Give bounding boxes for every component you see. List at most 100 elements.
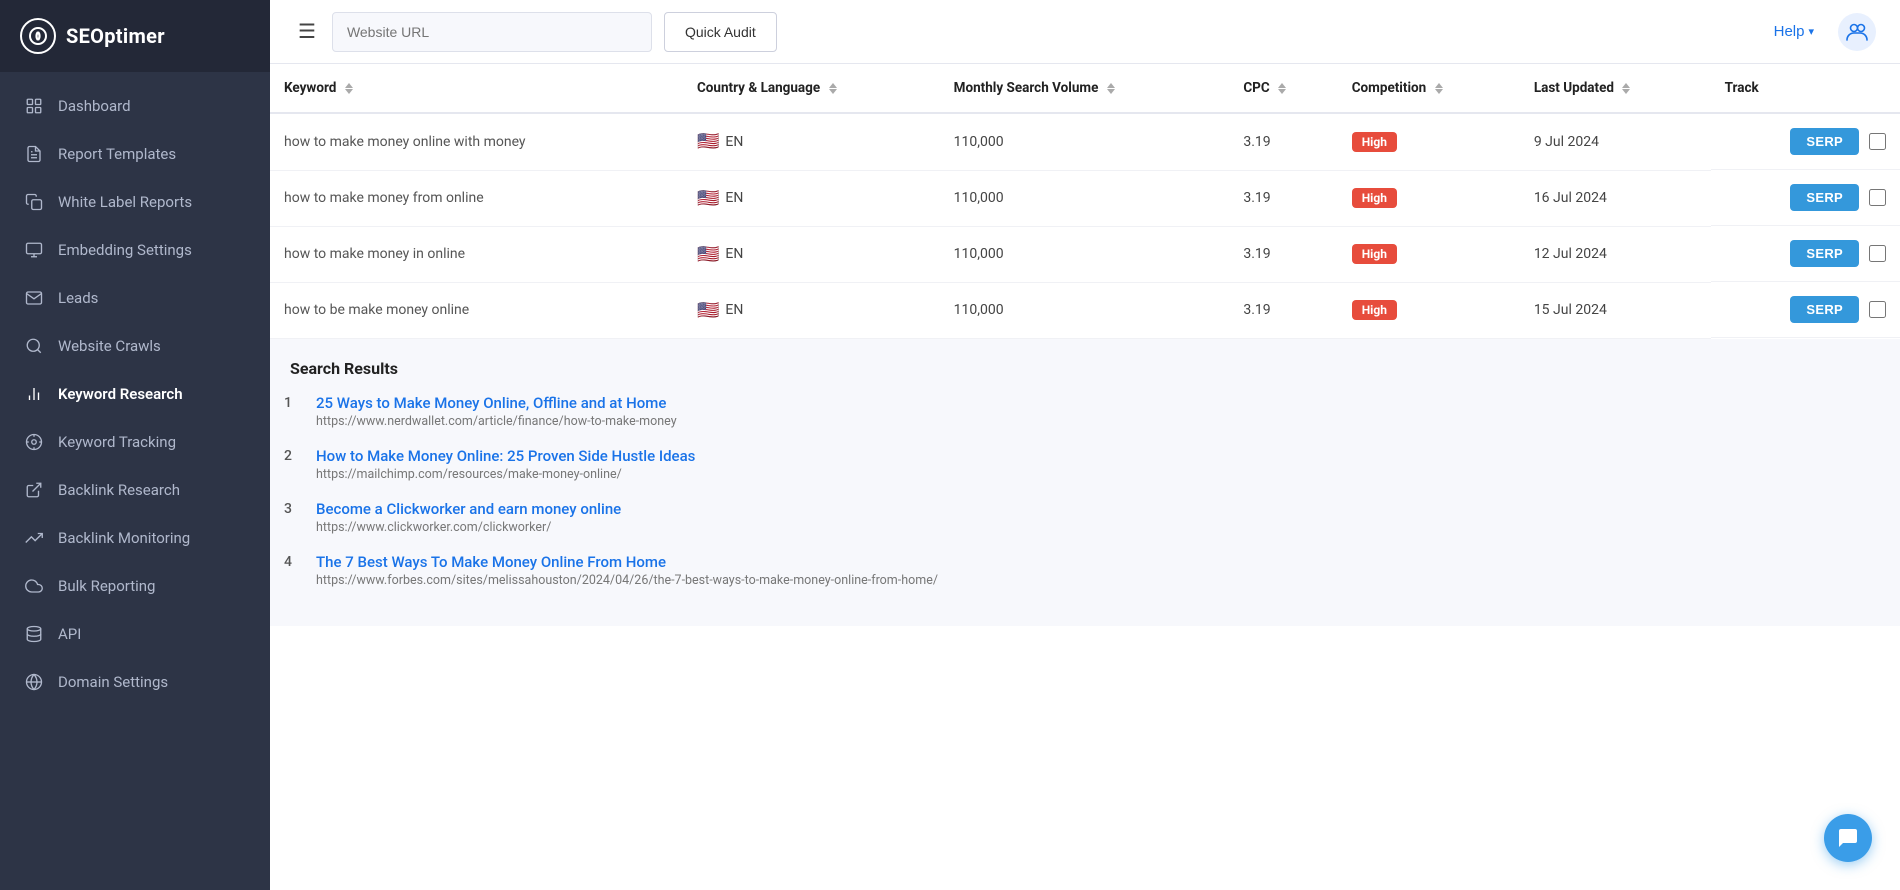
result-url: https://www.forbes.com/sites/melissahous… [316, 573, 938, 588]
sidebar-item-label: Backlink Research [58, 481, 180, 499]
user-avatar[interactable] [1838, 13, 1876, 51]
result-url: https://www.nerdwallet.com/article/finan… [316, 414, 677, 429]
sidebar-item-backlink-research[interactable]: Backlink Research [0, 466, 270, 514]
track-checkbox[interactable] [1869, 245, 1886, 262]
globe-icon [24, 672, 44, 692]
url-input[interactable] [332, 12, 652, 52]
cell-competition: High [1338, 226, 1520, 282]
result-title[interactable]: The 7 Best Ways To Make Money Online Fro… [316, 553, 938, 571]
quick-audit-button[interactable]: Quick Audit [664, 12, 777, 52]
api-icon [24, 624, 44, 644]
sidebar-item-label: Embedding Settings [58, 241, 192, 259]
sidebar-item-label: Keyword Tracking [58, 433, 176, 451]
result-number: 2 [284, 447, 302, 464]
cell-country: 🇺🇸 EN [683, 282, 940, 338]
copy-icon [24, 192, 44, 212]
sidebar-item-website-crawls[interactable]: Website Crawls [0, 322, 270, 370]
serp-button[interactable]: SERP [1790, 128, 1859, 155]
list-item: 2 How to Make Money Online: 25 Proven Si… [284, 447, 1886, 482]
sidebar-item-api[interactable]: API [0, 610, 270, 658]
search-results-list: 1 25 Ways to Make Money Online, Offline … [284, 394, 1886, 588]
sidebar-item-report-templates[interactable]: Report Templates [0, 130, 270, 178]
crosshair-icon [24, 432, 44, 452]
sidebar-item-label: Dashboard [58, 97, 131, 115]
cell-monthly-volume: 110,000 [940, 282, 1230, 338]
track-checkbox[interactable] [1869, 301, 1886, 318]
flag-icon: 🇺🇸 [697, 131, 719, 152]
list-item: 3 Become a Clickworker and earn money on… [284, 500, 1886, 535]
col-header-keyword[interactable]: Keyword [270, 64, 683, 113]
chat-fab-button[interactable] [1824, 814, 1872, 862]
result-title[interactable]: 25 Ways to Make Money Online, Offline an… [316, 394, 677, 412]
cell-keyword: how to be make money online [270, 282, 683, 338]
sidebar-item-embedding-settings[interactable]: Embedding Settings [0, 226, 270, 274]
competition-badge: High [1352, 244, 1397, 264]
track-checkbox[interactable] [1869, 189, 1886, 206]
help-button[interactable]: Help ▾ [1774, 23, 1814, 40]
sidebar-item-label: White Label Reports [58, 193, 192, 211]
sort-icon-country [829, 83, 837, 94]
cell-keyword: how to make money from online [270, 170, 683, 226]
language-code: EN [725, 302, 743, 318]
sidebar-item-keyword-tracking[interactable]: Keyword Tracking [0, 418, 270, 466]
col-header-cpc[interactable]: CPC [1229, 64, 1337, 113]
search-icon [24, 336, 44, 356]
col-header-competition[interactable]: Competition [1338, 64, 1520, 113]
header: ☰ Quick Audit Help ▾ [270, 0, 1900, 64]
sidebar-item-domain-settings[interactable]: Domain Settings [0, 658, 270, 706]
sidebar-item-leads[interactable]: Leads [0, 274, 270, 322]
sort-icon-last-updated [1622, 83, 1630, 94]
serp-button[interactable]: SERP [1790, 296, 1859, 323]
cell-keyword: how to make money online with money [270, 113, 683, 170]
sidebar-item-label: Leads [58, 289, 98, 307]
mail-icon [24, 288, 44, 308]
serp-button[interactable]: SERP [1790, 240, 1859, 267]
sidebar-item-bulk-reporting[interactable]: Bulk Reporting [0, 562, 270, 610]
sidebar-item-white-label-reports[interactable]: White Label Reports [0, 178, 270, 226]
cell-cpc: 3.19 [1229, 113, 1337, 170]
result-url: https://mailchimp.com/resources/make-mon… [316, 467, 695, 482]
result-content: The 7 Best Ways To Make Money Online Fro… [316, 553, 938, 588]
cell-last-updated: 16 Jul 2024 [1520, 170, 1711, 226]
sidebar-item-label: Bulk Reporting [58, 577, 155, 595]
cell-monthly-volume: 110,000 [940, 113, 1230, 170]
cell-track-serp: SERP [1711, 170, 1900, 226]
track-checkbox[interactable] [1869, 133, 1886, 150]
flag-icon: 🇺🇸 [697, 244, 719, 265]
cell-monthly-volume: 110,000 [940, 170, 1230, 226]
language-code: EN [725, 134, 743, 150]
col-header-monthly-search[interactable]: Monthly Search Volume [940, 64, 1230, 113]
col-header-last-updated[interactable]: Last Updated [1520, 64, 1711, 113]
list-item: 4 The 7 Best Ways To Make Money Online F… [284, 553, 1886, 588]
cell-competition: High [1338, 282, 1520, 338]
sidebar-item-label: Domain Settings [58, 673, 168, 691]
cell-cpc: 3.19 [1229, 226, 1337, 282]
sidebar-item-dashboard[interactable]: Dashboard [0, 82, 270, 130]
result-title[interactable]: How to Make Money Online: 25 Proven Side… [316, 447, 695, 465]
competition-badge: High [1352, 132, 1397, 152]
language-code: EN [725, 246, 743, 262]
cell-track-serp: SERP [1711, 114, 1900, 170]
cell-cpc: 3.19 [1229, 170, 1337, 226]
hamburger-button[interactable]: ☰ [294, 15, 320, 48]
result-title[interactable]: Become a Clickworker and earn money onli… [316, 500, 621, 518]
logo-text: SEOptimer [66, 24, 165, 48]
cell-monthly-volume: 110,000 [940, 226, 1230, 282]
sort-icon-keyword [345, 83, 353, 94]
col-header-country-language[interactable]: Country & Language [683, 64, 940, 113]
language-code: EN [725, 190, 743, 206]
search-results-title: Search Results [284, 359, 1886, 378]
cell-competition: High [1338, 113, 1520, 170]
monitor-icon [24, 240, 44, 260]
keyword-table: Keyword Country & Language [270, 64, 1900, 339]
cell-cpc: 3.19 [1229, 282, 1337, 338]
sort-icon-monthly [1107, 83, 1115, 94]
serp-button[interactable]: SERP [1790, 184, 1859, 211]
table-row: how to make money in online 🇺🇸 EN 110,00… [270, 226, 1900, 282]
cell-keyword: how to make money in online [270, 226, 683, 282]
result-number: 1 [284, 394, 302, 411]
sort-icon-competition [1435, 83, 1443, 94]
cell-country: 🇺🇸 EN [683, 113, 940, 170]
sidebar-item-keyword-research[interactable]: Keyword Research [0, 370, 270, 418]
sidebar-item-backlink-monitoring[interactable]: Backlink Monitoring [0, 514, 270, 562]
